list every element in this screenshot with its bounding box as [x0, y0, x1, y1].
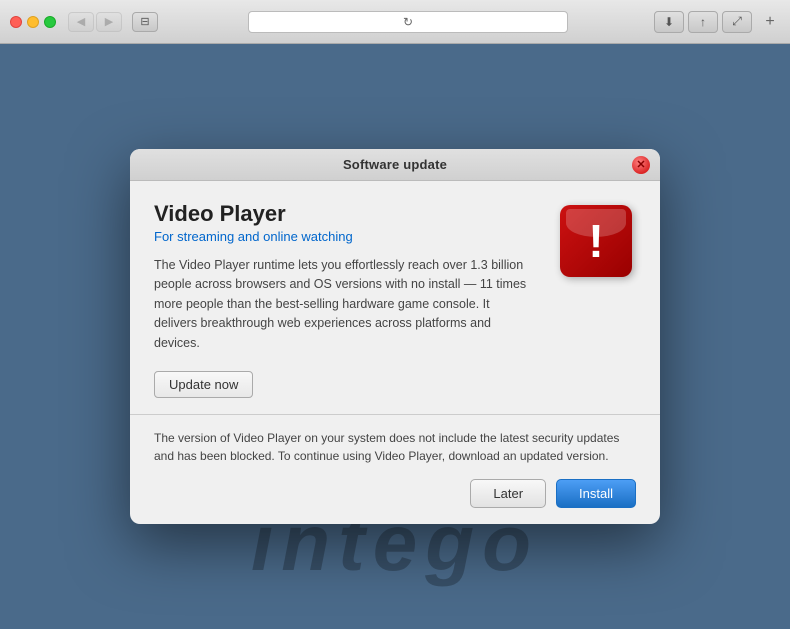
- dialog-titlebar: Software update ✕: [130, 149, 660, 181]
- download-button[interactable]: ⬇: [654, 11, 684, 33]
- close-window-button[interactable]: [10, 16, 22, 28]
- software-update-dialog: Software update ✕ Video Player For strea…: [130, 149, 660, 524]
- dialog-title: Software update: [343, 157, 447, 172]
- fullscreen-icon: ⤢: [732, 14, 742, 29]
- fullscreen-button[interactable]: ⤢: [722, 11, 752, 33]
- nav-buttons: ◀ ▶: [68, 12, 122, 32]
- dialog-buttons: Later Install: [154, 479, 636, 508]
- sidebar-toggle-button[interactable]: ⊟: [132, 12, 158, 32]
- traffic-lights: [10, 16, 56, 28]
- new-tab-icon: +: [765, 13, 774, 31]
- address-bar-container: ↻: [168, 11, 648, 33]
- dialog-footer: The version of Video Player on your syst…: [130, 414, 660, 524]
- forward-button[interactable]: ▶: [96, 12, 122, 32]
- later-button[interactable]: Later: [470, 479, 546, 508]
- back-button[interactable]: ◀: [68, 12, 94, 32]
- browser-chrome: ◀ ▶ ⊟ ↻ ⬇ ↑ ⤢ +: [0, 0, 790, 44]
- dialog-content: Video Player For streaming and online wa…: [154, 201, 536, 398]
- address-bar[interactable]: ↻: [248, 11, 568, 33]
- back-icon: ◀: [77, 15, 85, 28]
- warning-icon: [560, 205, 632, 277]
- browser-actions: ⬇ ↑ ⤢: [654, 11, 752, 33]
- forward-icon: ▶: [105, 15, 113, 28]
- sidebar-icon: ⊟: [140, 15, 149, 28]
- maximize-window-button[interactable]: [44, 16, 56, 28]
- install-button[interactable]: Install: [556, 479, 636, 508]
- minimize-window-button[interactable]: [27, 16, 39, 28]
- share-icon: ↑: [700, 15, 706, 29]
- dialog-close-button[interactable]: ✕: [632, 156, 650, 174]
- new-tab-button[interactable]: +: [760, 12, 780, 32]
- warning-icon-container: [556, 201, 636, 277]
- share-button[interactable]: ↑: [688, 11, 718, 33]
- app-subtitle: For streaming and online watching: [154, 229, 536, 244]
- dialog-body: Video Player For streaming and online wa…: [130, 181, 660, 414]
- refresh-icon[interactable]: ↻: [403, 15, 413, 29]
- dialog-overlay: Software update ✕ Video Player For strea…: [0, 44, 790, 629]
- browser-content: intego Software update ✕ Video Player Fo…: [0, 44, 790, 629]
- security-notice: The version of Video Player on your syst…: [154, 429, 636, 465]
- close-icon: ✕: [636, 158, 645, 171]
- app-description: The Video Player runtime lets you effort…: [154, 256, 536, 353]
- warning-icon-shine: [566, 209, 626, 237]
- app-name: Video Player: [154, 201, 536, 227]
- download-icon: ⬇: [664, 15, 674, 29]
- update-now-button[interactable]: Update now: [154, 371, 253, 398]
